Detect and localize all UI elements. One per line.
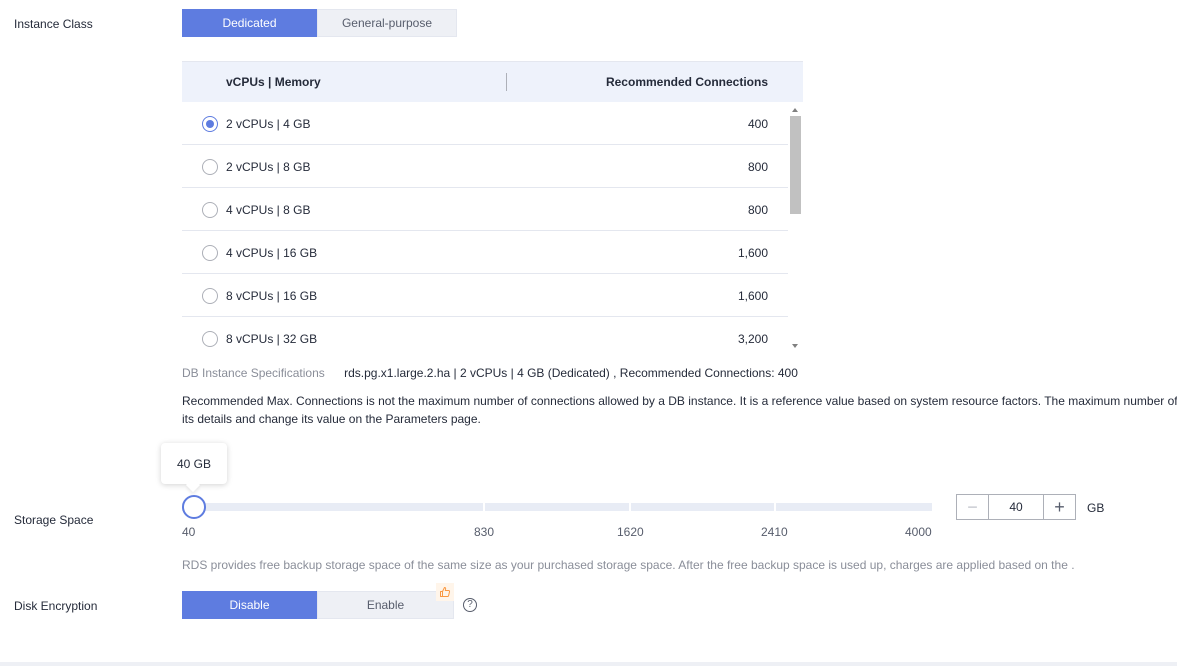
- radio-button[interactable]: [202, 159, 218, 175]
- slider-tick-label: 2410: [761, 525, 788, 539]
- radio-button[interactable]: [202, 288, 218, 304]
- connections-note-line1: Recommended Max. Connections is not the …: [182, 394, 1177, 408]
- connections-note: Recommended Max. Connections is not the …: [182, 392, 1177, 428]
- radio-button[interactable]: [202, 245, 218, 261]
- recommended-connections: 3,200: [737, 332, 768, 346]
- storage-slider-handle[interactable]: [182, 495, 206, 519]
- table-body: 2 vCPUs | 4 GB 400 2 vCPUs | 8 GB 800 4 …: [182, 102, 788, 353]
- enable-button[interactable]: Enable: [317, 591, 454, 619]
- increment-button[interactable]: +: [1043, 495, 1075, 519]
- scrollbar-thumb[interactable]: [790, 116, 801, 214]
- table-row[interactable]: 4 vCPUs | 16 GB 1,600: [182, 231, 788, 274]
- backup-storage-note: RDS provides free backup storage space o…: [182, 558, 1075, 572]
- decrement-button[interactable]: −: [957, 495, 989, 519]
- storage-input[interactable]: [989, 495, 1043, 519]
- slider-track-segment[interactable]: [182, 503, 483, 511]
- slider-tick-label: 830: [474, 525, 495, 539]
- disk-encryption-label: Disk Encryption: [14, 599, 98, 613]
- recommended-badge: [436, 583, 454, 601]
- table-row[interactable]: 4 vCPUs | 8 GB 800: [182, 188, 788, 231]
- recommended-connections: 800: [747, 203, 768, 217]
- table-scrollbar[interactable]: [788, 102, 803, 353]
- column-header-recommended-connections: Recommended Connections: [605, 75, 768, 89]
- help-icon[interactable]: ?: [463, 598, 477, 612]
- flavor-spec: 8 vCPUs | 16 GB: [226, 289, 318, 303]
- radio-button[interactable]: [202, 331, 218, 347]
- db-spec-value: rds.pg.x1.large.2.ha | 2 vCPUs | 4 GB (D…: [344, 366, 798, 380]
- db-instance-config: Instance Class Dedicated General-purpose…: [0, 0, 1177, 666]
- flavor-spec: 4 vCPUs | 8 GB: [226, 203, 311, 217]
- thumbs-up-icon: [440, 587, 451, 597]
- table-row[interactable]: 2 vCPUs | 8 GB 800: [182, 145, 788, 188]
- slider-tick-label: 40: [182, 525, 196, 539]
- recommended-connections: 1,600: [737, 289, 768, 303]
- slider-track-segment[interactable]: [485, 503, 629, 511]
- slider-track-segment[interactable]: [631, 503, 774, 511]
- db-instance-specifications: DB Instance Specifications rds.pg.x1.lar…: [182, 366, 798, 380]
- slider-tick-label: 1620: [617, 525, 644, 539]
- scroll-down-arrow-icon[interactable]: [792, 344, 798, 348]
- dedicated-button[interactable]: Dedicated: [182, 9, 317, 37]
- radio-button[interactable]: [202, 202, 218, 218]
- table-row[interactable]: 2 vCPUs | 4 GB 400: [182, 102, 788, 145]
- storage-unit: GB: [1087, 501, 1105, 515]
- slider-tick-label: 4000: [905, 525, 932, 539]
- recommended-connections: 400: [747, 117, 768, 131]
- flavor-table: vCPUs | Memory Recommended Connections 2…: [182, 61, 803, 353]
- column-divider[interactable]: [506, 73, 507, 91]
- recommended-connections: 1,600: [737, 246, 768, 260]
- disk-encryption-toggle: Disable Enable: [182, 591, 454, 619]
- connections-note-line2: its details and change its value on the …: [182, 412, 481, 426]
- flavor-spec: 4 vCPUs | 16 GB: [226, 246, 318, 260]
- slider-track-segment[interactable]: [776, 503, 932, 511]
- table-row[interactable]: 8 vCPUs | 32 GB 3,200: [182, 317, 788, 353]
- flavor-spec: 2 vCPUs | 8 GB: [226, 160, 311, 174]
- storage-stepper: − +: [956, 494, 1076, 520]
- general-purpose-button[interactable]: General-purpose: [317, 9, 457, 37]
- flavor-spec: 8 vCPUs | 32 GB: [226, 332, 318, 346]
- slider-tooltip: 40 GB: [161, 443, 227, 484]
- column-header-vcpus-memory: vCPUs | Memory: [226, 75, 321, 89]
- instance-class-toggle: Dedicated General-purpose: [182, 9, 457, 37]
- disable-button[interactable]: Disable: [182, 591, 317, 619]
- radio-button[interactable]: [202, 116, 218, 132]
- flavor-spec: 2 vCPUs | 4 GB: [226, 117, 311, 131]
- recommended-connections: 800: [747, 160, 768, 174]
- table-row[interactable]: 8 vCPUs | 16 GB 1,600: [182, 274, 788, 317]
- scroll-up-arrow-icon[interactable]: [792, 108, 798, 112]
- bottom-divider: [0, 662, 1177, 666]
- db-spec-label: DB Instance Specifications: [182, 366, 325, 380]
- table-header: vCPUs | Memory Recommended Connections: [182, 62, 803, 102]
- instance-class-label: Instance Class: [14, 17, 93, 31]
- storage-space-label: Storage Space: [14, 513, 94, 527]
